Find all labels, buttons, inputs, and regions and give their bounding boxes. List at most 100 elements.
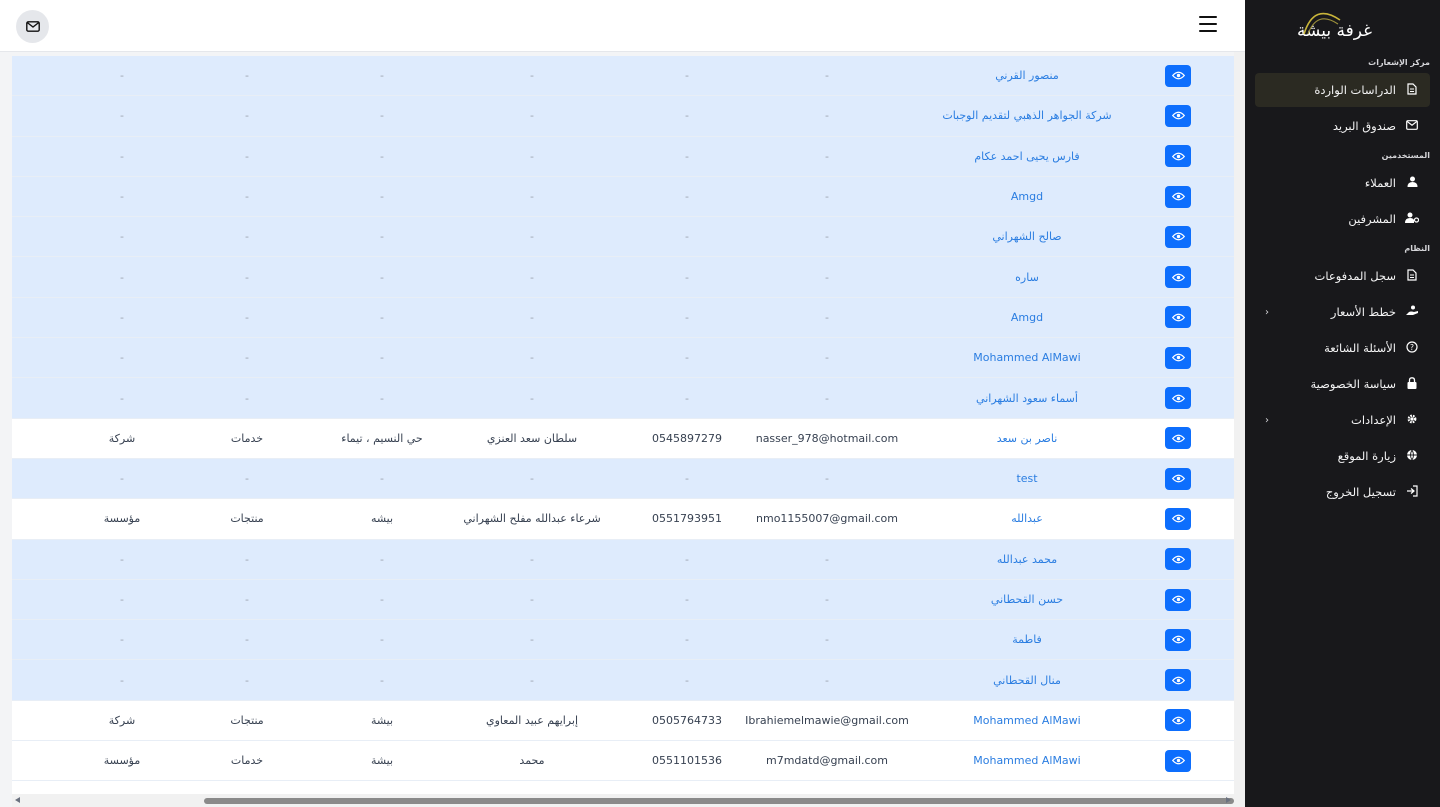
view-button[interactable] [1165, 266, 1191, 289]
scrollbar-thumb[interactable] [204, 798, 1234, 804]
scroll-left-icon[interactable] [15, 797, 20, 803]
cell-email: - [825, 310, 829, 324]
cell-phone: - [685, 270, 689, 284]
cell-contact-person: - [530, 190, 534, 204]
mail-button[interactable] [16, 10, 49, 43]
cell-name[interactable]: Mohammed AlMawi [912, 741, 1142, 780]
cell-email: - [825, 109, 829, 123]
view-button[interactable] [1165, 669, 1191, 692]
view-button[interactable] [1165, 185, 1191, 208]
receipt-icon [1404, 268, 1420, 284]
scroll-right-icon[interactable] [1226, 797, 1231, 803]
view-button[interactable] [1165, 306, 1191, 329]
cell-contact-person: - [530, 391, 534, 405]
view-button[interactable] [1165, 64, 1191, 87]
sidebar-item-incoming-studies[interactable]: الدراسات الواردة [1255, 73, 1430, 107]
cell-phone: 0545897279 [652, 431, 722, 445]
cell-type: - [120, 190, 124, 204]
table-row: مؤسسة منتجات بيشه شرعاء عبدالله مفلح الشهرا… [12, 499, 1234, 540]
cell-name[interactable]: منصور القرني [912, 56, 1142, 95]
cell-address: - [380, 391, 384, 405]
eye-icon [1171, 353, 1185, 362]
view-button[interactable] [1165, 548, 1191, 571]
cell-contact-person: - [530, 351, 534, 365]
view-button[interactable] [1165, 467, 1191, 490]
table-row: - - - - - - منال القحطاني [12, 660, 1234, 701]
cell-address: - [380, 472, 384, 486]
view-button[interactable] [1165, 749, 1191, 772]
view-button[interactable] [1165, 387, 1191, 410]
cell-address: بيشة [370, 754, 394, 768]
cell-type: مؤسسة [103, 512, 141, 526]
table-row: - - - - - - حسن القحطاني [12, 579, 1234, 621]
cell-category: - [245, 69, 249, 83]
cell-name[interactable]: عبدالله [912, 499, 1142, 538]
view-button[interactable] [1165, 709, 1191, 732]
cell-name[interactable]: فارس يحيى احمد عكام [912, 137, 1142, 176]
cell-name[interactable]: ناصر بن سعد [912, 419, 1142, 458]
cell-category: - [245, 351, 249, 365]
horizontal-scrollbar[interactable] [12, 794, 1234, 807]
view-cell [1165, 56, 1191, 95]
eye-icon [1171, 434, 1185, 443]
cell-phone: - [685, 69, 689, 83]
sidebar-item-clients[interactable]: العملاء [1255, 166, 1430, 200]
sidebar-item-label: المشرفين [1348, 212, 1396, 226]
view-button[interactable] [1165, 346, 1191, 369]
cell-name[interactable]: أسماء سعود الشهراني [912, 378, 1142, 417]
sidebar-item-payments-log[interactable]: سجل المدفوعات [1255, 259, 1430, 293]
sidebar-item-privacy-policy[interactable]: سياسة الخصوصية [1255, 367, 1430, 401]
cell-name[interactable]: محمد عبدالله [912, 540, 1142, 579]
cell-phone: - [685, 190, 689, 204]
table-row: شركة خدمات حي النسيم ، تيماء سلطان سعد العن… [12, 419, 1234, 459]
cell-name[interactable]: Amgd [912, 298, 1142, 337]
sidebar-item-settings[interactable]: الإعدادات ‹ [1255, 403, 1430, 437]
sidebar-item-mailbox[interactable]: صندوق البريد [1255, 109, 1430, 143]
cell-name[interactable]: Amgd [912, 177, 1142, 216]
cell-phone: - [685, 351, 689, 365]
cell-name[interactable]: فاطمة [912, 620, 1142, 659]
cell-name[interactable]: test [912, 459, 1142, 498]
cell-email: - [825, 391, 829, 405]
sidebar-item-supervisors[interactable]: المشرفين [1255, 202, 1430, 236]
view-button[interactable] [1165, 225, 1191, 248]
cell-name[interactable]: منال القحطاني [912, 660, 1142, 699]
sidebar-item-visit-site[interactable]: زيارة الموقع [1255, 439, 1430, 473]
cell-name[interactable]: ساره [912, 257, 1142, 296]
view-button[interactable] [1165, 145, 1191, 168]
cell-name[interactable]: Mohammed AlMawi [912, 338, 1142, 377]
eye-icon [1171, 635, 1185, 644]
cell-name[interactable]: شركة الجواهر الذهبي لتقديم الوجبات [912, 96, 1142, 135]
vertical-scrollbar[interactable] [1234, 52, 1245, 807]
cell-type: - [120, 109, 124, 123]
cell-name[interactable]: Mohammed AlMawi [912, 701, 1142, 740]
cell-phone: 0505764733 [652, 713, 722, 727]
cell-phone: - [685, 310, 689, 324]
menu-toggle-button[interactable] [1199, 16, 1217, 32]
sidebar-item-faq[interactable]: ? الأسئلة الشائعة [1255, 331, 1430, 365]
table-body: - - - - - - منصور القرني - - - - - - شركة الجواهر الذ… [12, 56, 1234, 782]
cell-name[interactable]: حسن القحطاني [912, 580, 1142, 619]
view-button[interactable] [1165, 588, 1191, 611]
brand-logo[interactable]: غرفة بيشة [1245, 0, 1440, 52]
cell-category: - [245, 190, 249, 204]
inquiries-table: - - - - - - منصور القرني - - - - - - شركة الجواهر الذ… [12, 56, 1234, 794]
view-cell [1165, 298, 1191, 337]
cell-category: - [245, 593, 249, 606]
cell-address: - [380, 149, 384, 163]
view-button[interactable] [1165, 104, 1191, 127]
view-button[interactable] [1165, 628, 1191, 651]
cell-category: - [245, 149, 249, 163]
sidebar: غرفة بيشة مركز الإشعارات الدراسات الوارد… [1245, 0, 1440, 807]
view-button[interactable] [1165, 507, 1191, 530]
sidebar-item-label: الدراسات الواردة [1314, 83, 1396, 97]
table-row: مؤسسة خدمات بيشة محمد 0551101536 m7mdatd@gmai… [12, 741, 1234, 782]
cell-address: حي النسيم ، تيماء [341, 431, 423, 445]
cell-contact-person: - [530, 149, 534, 163]
sidebar-item-pricing-plans[interactable]: خطط الأسعار ‹ [1255, 295, 1430, 329]
sidebar-item-logout[interactable]: تسجيل الخروج [1255, 475, 1430, 509]
view-button[interactable] [1165, 427, 1191, 450]
table-row: - - - - - - شركة الجواهر الذهبي لتقديم الوجبات [12, 96, 1234, 137]
cell-name[interactable]: صالح الشهراني [912, 217, 1142, 256]
sidebar-item-label: زيارة الموقع [1337, 449, 1396, 463]
